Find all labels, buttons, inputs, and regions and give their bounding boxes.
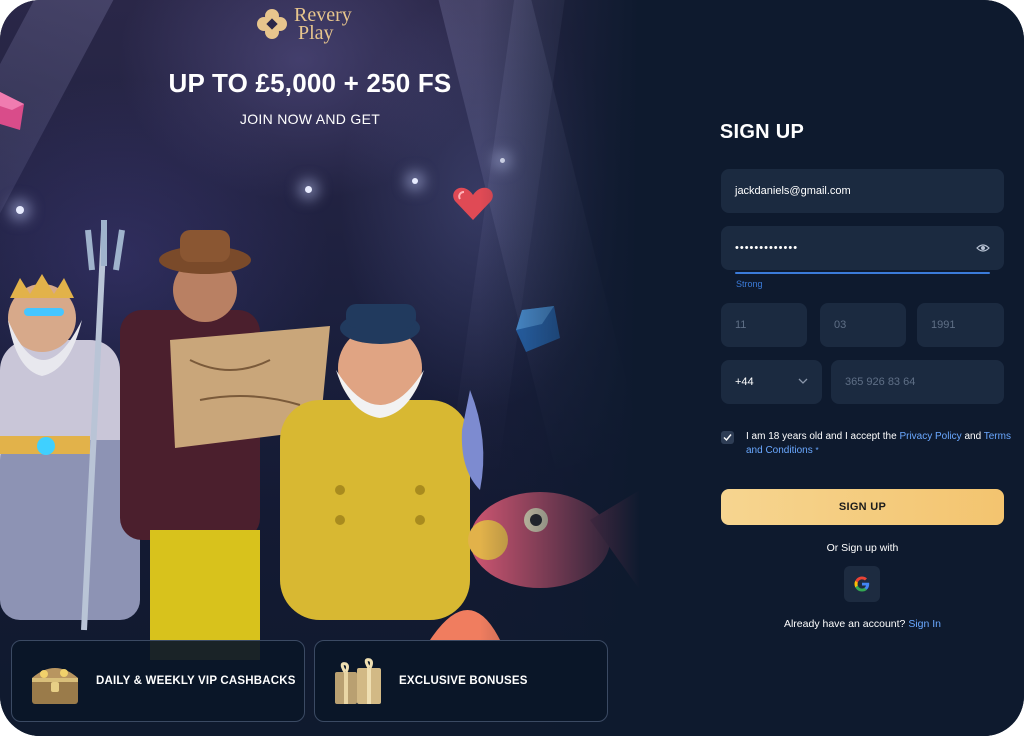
consent-prefix: I am 18 years old and I accept the (746, 431, 900, 442)
consent-checkbox[interactable] (721, 431, 734, 444)
birth-year-field[interactable]: 1991 (917, 303, 1004, 347)
hero-fade-overlay (480, 0, 640, 736)
check-icon (723, 434, 732, 442)
feature-label: DAILY & WEEKLY VIP CASHBACKS (96, 675, 296, 687)
privacy-policy-link[interactable]: Privacy Policy (899, 431, 961, 442)
required-mark: * (815, 446, 819, 455)
signup-window: Revery Play UP TO £5,000 + 250 FS JOIN N… (0, 0, 1024, 736)
logo-line-2: Play (298, 22, 334, 44)
eye-icon[interactable] (976, 241, 990, 255)
birth-day-field[interactable]: 11 (721, 303, 807, 347)
birth-year-value: 1991 (931, 319, 956, 331)
consent-text: I am 18 years old and I accept the Priva… (746, 430, 1011, 458)
sign-up-button[interactable]: SIGN UP (721, 489, 1004, 525)
feature-label: EXCLUSIVE BONUSES (399, 675, 528, 687)
poseidon-figure (0, 220, 140, 631)
phone-number-input[interactable]: 365 926 83 64 (831, 360, 1004, 404)
gift-boxes-icon (335, 658, 381, 704)
form-title: SIGN UP (719, 121, 805, 143)
birth-month-value: 03 (834, 319, 847, 331)
password-strength-label: Strong (736, 279, 763, 289)
email-field[interactable]: jackdaniels@gmail.com (721, 169, 1004, 213)
logo-flower-icon (257, 9, 287, 39)
sign-in-link[interactable]: Sign In (908, 618, 941, 630)
password-value: ••••••••••••• (735, 242, 799, 254)
logo-wordmark: Revery Play (294, 5, 352, 44)
consent-and: and (961, 431, 984, 442)
already-have-account-text: Already have an account? (783, 618, 909, 630)
feature-card-exclusive-bonuses: EXCLUSIVE BONUSES (314, 640, 608, 722)
stage-light (305, 186, 312, 193)
treasure-chest-icon (32, 668, 78, 704)
feature-card-vip-cashbacks: DAILY & WEEKLY VIP CASHBACKS (11, 640, 305, 722)
brand-logo[interactable]: Revery Play (256, 5, 352, 44)
password-field[interactable]: ••••••••••••• (721, 226, 1004, 270)
phone-code-value: +44 (735, 376, 754, 388)
password-strength-bar (735, 272, 990, 274)
or-sign-up-with: Or Sign up with (826, 542, 899, 554)
stage-light (412, 178, 418, 184)
birth-day-value: 11 (735, 319, 747, 331)
birth-month-field[interactable]: 03 (820, 303, 906, 347)
age-terms-consent: I am 18 years old and I accept the Priva… (721, 430, 1011, 458)
google-signup-button[interactable] (844, 566, 880, 602)
chevron-down-icon (798, 378, 808, 384)
hero-banner: Revery Play UP TO £5,000 + 250 FS JOIN N… (0, 0, 645, 736)
signup-form-panel: SIGN UP jackdaniels@gmail.com ••••••••••… (640, 0, 1024, 736)
google-icon (854, 576, 870, 592)
phone-code-select[interactable]: +44 (721, 360, 822, 404)
phone-placeholder: 365 926 83 64 (845, 376, 916, 388)
sign-in-prompt: Already have an account? Sign In (721, 618, 1004, 630)
email-value: jackdaniels@gmail.com (735, 185, 851, 197)
